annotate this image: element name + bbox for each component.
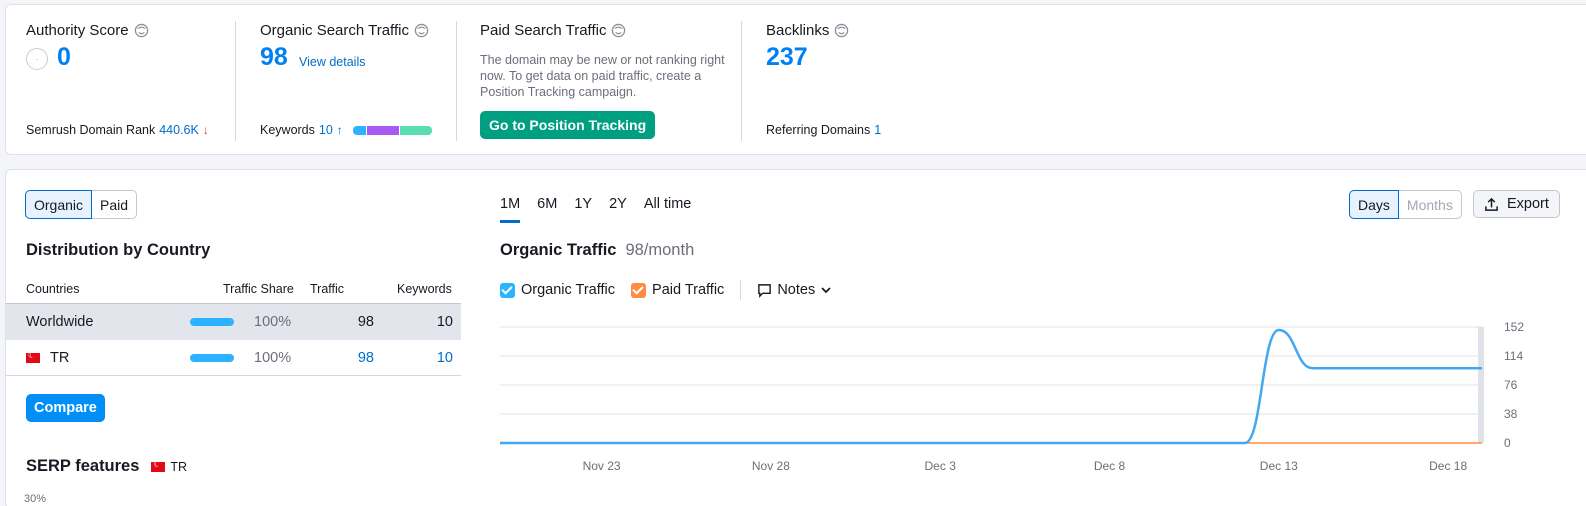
turkey-flag-icon: [151, 459, 166, 472]
domain-rank-value[interactable]: 440.6K: [159, 123, 199, 137]
range-tab-1y[interactable]: 1Y: [574, 196, 592, 223]
keywords-distribution-bar: [352, 125, 432, 135]
x-tick-label: Nov 28: [752, 459, 790, 473]
keywords-count: Keywords 10 ↑: [260, 123, 432, 137]
country-name: TR: [50, 350, 70, 366]
paid-traffic-description: The domain may be new or not ranking rig…: [480, 53, 725, 99]
organic-traffic-value[interactable]: 98: [260, 43, 288, 72]
col-keywords: Keywords: [397, 282, 452, 296]
authority-score-metric: Authority Score · 0 Semrush Domain Rank …: [6, 5, 236, 156]
country-name: Worldwide: [26, 314, 94, 330]
chart-end-marker: [1478, 327, 1484, 443]
serp-axis-label: 30%: [24, 493, 47, 505]
y-tick-label: 0: [1504, 436, 1511, 450]
info-icon[interactable]: [134, 23, 149, 38]
keywords-link[interactable]: 10: [437, 350, 453, 366]
organic-traffic-title: Organic Search Traffic: [260, 22, 429, 39]
traffic-link[interactable]: 98: [358, 350, 374, 366]
x-tick-label: Dec 18: [1429, 459, 1467, 473]
compare-button[interactable]: Compare: [26, 394, 105, 422]
traffic-card: Organic Paid Distribution by Country Cou…: [5, 169, 1586, 506]
granularity-toggle: Days Months: [1349, 190, 1462, 219]
traffic-share-value: 100%: [254, 350, 292, 366]
paid-traffic-metric: Paid Search Traffic The domain may be ne…: [456, 5, 741, 156]
x-tick-label: Nov 23: [583, 459, 621, 473]
days-button[interactable]: Days: [1349, 190, 1399, 219]
chart-title: Organic Traffic 98/month: [500, 241, 695, 259]
checkbox-icon[interactable]: [631, 282, 647, 298]
x-tick-label: Dec 13: [1260, 459, 1298, 473]
backlinks-value[interactable]: 237: [766, 43, 808, 72]
info-icon[interactable]: [834, 23, 849, 38]
keywords-value[interactable]: 10: [319, 123, 333, 137]
x-tick-label: Dec 8: [1094, 459, 1126, 473]
table-row[interactable]: TR 100% 98 10: [6, 340, 461, 376]
series-line-organic-traffic: [499, 328, 1482, 445]
traffic-share-value: 100%: [254, 314, 292, 330]
distribution-title: Distribution by Country: [26, 241, 211, 259]
domain-rank: Semrush Domain Rank 440.6K ↓: [26, 123, 209, 137]
chevron-down-icon: [821, 287, 831, 294]
divider: [740, 280, 742, 300]
col-traffic: Traffic: [310, 282, 345, 296]
paid-tab[interactable]: Paid: [92, 190, 138, 219]
y-tick-label: 76: [1504, 378, 1518, 392]
traffic-value: 98: [357, 314, 374, 330]
checkbox-icon[interactable]: [500, 282, 515, 298]
summary-card: Authority Score · 0 Semrush Domain Rank …: [5, 4, 1586, 155]
arrow-up-icon: ↑: [336, 123, 343, 137]
range-tab-6m[interactable]: 6M: [537, 196, 557, 223]
backlinks-title: Backlinks: [766, 22, 849, 39]
traffic-share-bar: [190, 354, 234, 362]
authority-score-gauge: ·: [26, 48, 48, 70]
range-tab-all-time[interactable]: All time: [644, 196, 692, 223]
range-tab-2y[interactable]: 2Y: [609, 196, 627, 223]
turkey-flag-icon: [26, 350, 40, 364]
note-icon: [758, 283, 772, 298]
go-to-position-tracking-button[interactable]: Go to Position Tracking: [480, 111, 656, 139]
country-table-header: Countries Traffic Share Traffic Keywords: [6, 278, 461, 304]
backlinks-metric: Backlinks 237 Referring Domains 1: [742, 5, 1042, 156]
keywords-value: 10: [436, 314, 453, 330]
months-button[interactable]: Months: [1398, 190, 1462, 219]
traffic-share-bar: [190, 318, 234, 326]
range-tabs: 1M 6M 1Y 2Y All time: [500, 196, 708, 223]
referring-domains-value[interactable]: 1: [874, 123, 881, 137]
referring-domains: Referring Domains 1: [766, 123, 882, 137]
serp-country: TR: [151, 459, 187, 474]
range-tab-1m[interactable]: 1M: [500, 196, 521, 223]
y-tick-label: 38: [1504, 407, 1518, 421]
organic-paid-toggle: Organic Paid: [25, 190, 138, 219]
organic-traffic-metric: Organic Search Traffic 98 View details K…: [236, 5, 456, 156]
col-traffic-share: Traffic Share: [223, 282, 294, 296]
organic-tab[interactable]: Organic: [25, 190, 93, 219]
view-details-link[interactable]: View details: [299, 55, 365, 69]
info-icon[interactable]: [611, 23, 626, 38]
upload-icon: [1485, 197, 1498, 211]
legend-organic-traffic[interactable]: Organic Traffic: [500, 282, 615, 298]
organic-traffic-chart[interactable]: 0 38 76 114 152 Nov 23 Nov 28 Dec 3 Dec 8 Dec 13 D…: [496, 315, 1576, 485]
y-tick-label: 152: [1504, 320, 1524, 334]
legend-paid-traffic[interactable]: Paid Traffic: [631, 282, 724, 298]
table-row[interactable]: Worldwide 100% 98 10: [6, 304, 461, 340]
country-cell: TR: [26, 350, 69, 366]
y-tick-label: 114: [1504, 349, 1523, 363]
x-tick-label: Dec 3: [925, 459, 957, 473]
info-icon[interactable]: [414, 23, 429, 38]
export-button[interactable]: Export: [1473, 190, 1560, 218]
chart-legend: Organic Traffic Paid Traffic Notes: [500, 280, 848, 300]
arrow-down-icon: ↓: [202, 123, 209, 137]
authority-score-title: Authority Score: [26, 22, 149, 39]
serp-features-header: SERP features TR: [26, 457, 187, 476]
col-countries: Countries: [26, 282, 80, 296]
chart-subtitle: 98/month: [625, 241, 695, 259]
serp-features-title: SERP features: [26, 457, 140, 475]
notes-dropdown[interactable]: Notes: [757, 282, 832, 298]
paid-traffic-title: Paid Search Traffic: [480, 22, 626, 39]
authority-score-value[interactable]: 0: [57, 43, 71, 72]
